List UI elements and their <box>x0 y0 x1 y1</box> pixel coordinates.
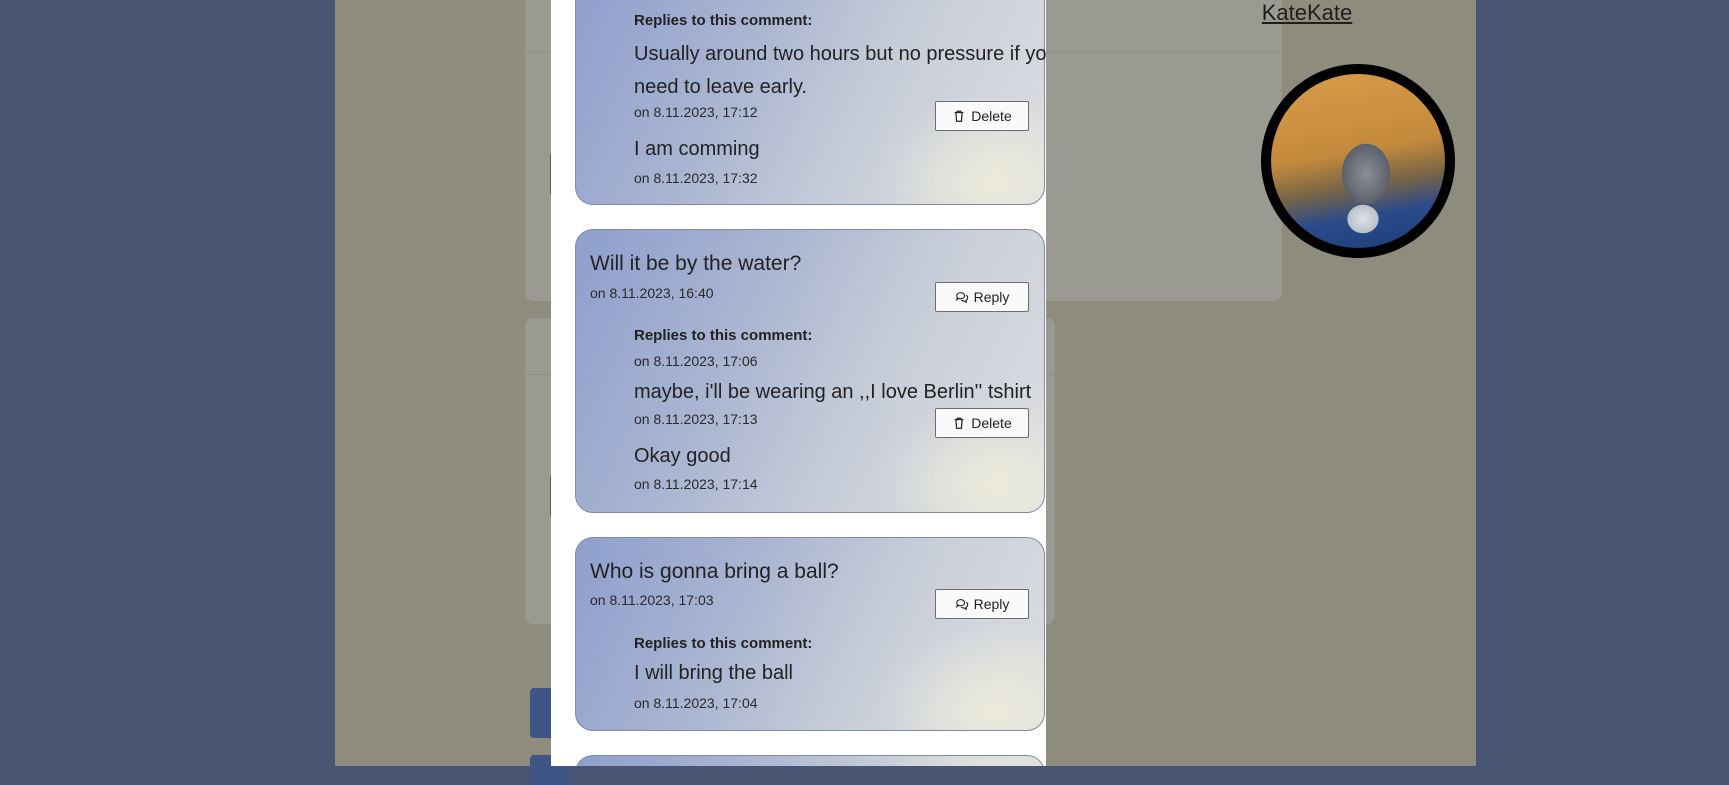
reply-date: on 8.11.2023, 17:13 <box>634 411 758 427</box>
chat-bubbles-icon <box>955 599 968 611</box>
comment-card <box>575 755 1045 766</box>
reply-text: I am comming <box>634 138 760 160</box>
delete-button[interactable]: Delete <box>935 408 1029 438</box>
comment-text: Will it be by the water? <box>590 252 802 275</box>
comment-text: Who is gonna bring a ball? <box>590 560 839 583</box>
trash-icon <box>954 417 964 429</box>
delete-label: Delete <box>971 108 1012 124</box>
reply-label: Reply <box>973 289 1010 305</box>
reply-date: on 8.11.2023, 17:14 <box>634 476 758 492</box>
reply-date: on 8.11.2023, 17:06 <box>634 353 758 369</box>
reply-label: Reply <box>973 596 1010 612</box>
replies-heading: Replies to this comment: <box>634 635 813 652</box>
trash-icon <box>954 110 964 122</box>
reply-button[interactable]: Reply <box>935 282 1029 312</box>
delete-button[interactable]: Delete <box>935 101 1029 131</box>
reply-button[interactable]: Reply <box>935 589 1029 619</box>
chat-bubbles-icon <box>955 292 968 304</box>
reply-text: Okay good <box>634 445 731 467</box>
profile-avatar <box>1261 64 1455 258</box>
comment-card: Who is gonna bring a ball? on 8.11.2023,… <box>575 537 1045 731</box>
comment-card: Will it be by the water? on 8.11.2023, 1… <box>575 229 1045 513</box>
profile-username-link[interactable]: KateKate <box>1235 0 1379 26</box>
replies-heading: Replies to this comment: <box>634 12 813 29</box>
reply-text: Usually around two hours but no pressure… <box>634 43 1046 98</box>
replies-heading: Replies to this comment: <box>634 327 813 344</box>
delete-label: Delete <box>971 415 1012 431</box>
reply-date: on 8.11.2023, 17:04 <box>634 695 758 711</box>
comment-card: Replies to this comment: Usually around … <box>575 0 1046 205</box>
reply-date: on 8.11.2023, 17:32 <box>634 170 758 186</box>
comments-modal: Replies to this comment: Usually around … <box>551 0 1046 766</box>
reply-date: on 8.11.2023, 17:12 <box>634 104 758 120</box>
reply-text: maybe, i'll be wearing an ,,I love Berli… <box>634 381 1032 403</box>
comment-date: on 8.11.2023, 17:03 <box>590 592 714 608</box>
comment-date: on 8.11.2023, 16:40 <box>590 285 714 301</box>
reply-text: I will bring the ball <box>634 662 793 684</box>
